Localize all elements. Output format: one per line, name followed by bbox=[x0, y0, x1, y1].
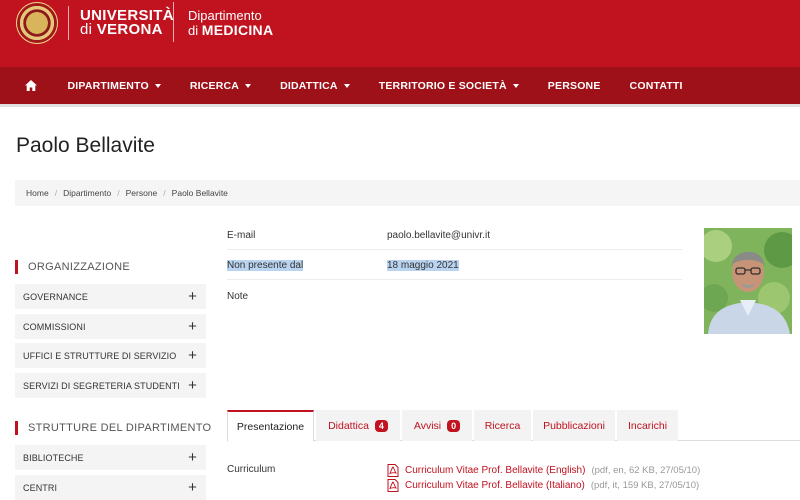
nav-item-label: PERSONE bbox=[547, 79, 601, 92]
university-name[interactable]: UNIVERSITÀ di VERONA bbox=[80, 8, 174, 38]
nav-item-label: CONTATTI bbox=[629, 79, 683, 92]
sidebar-item-uffici[interactable]: UFFICI E STRUTTURE DI SERVIZIO + bbox=[15, 343, 206, 368]
curriculum-file-link[interactable]: Curriculum Vitae Prof. Bellavite (Englis… bbox=[405, 465, 585, 476]
email-value[interactable]: paolo.bellavite@univr.it bbox=[387, 230, 490, 241]
home-icon bbox=[25, 80, 37, 91]
main-nav: DIPARTIMENTO RICERCA DIDATTICA TERRITORI… bbox=[0, 67, 800, 104]
info-row-non-presente: Non presente dal 18 maggio 2021 bbox=[227, 252, 682, 280]
email-label: E-mail bbox=[227, 230, 256, 241]
university-name-line2: VERONA bbox=[96, 21, 163, 38]
curriculum-file-english[interactable]: Curriculum Vitae Prof. Bellavite (Englis… bbox=[387, 464, 700, 477]
tab-pubblicazioni[interactable]: Pubblicazioni bbox=[533, 410, 615, 441]
department-name-line1: Dipartimento bbox=[188, 8, 262, 23]
caret-down-icon bbox=[245, 83, 252, 88]
department-name-prefix: di bbox=[188, 23, 199, 38]
breadcrumb-persone[interactable]: Persone bbox=[126, 188, 158, 198]
nav-item-ricerca[interactable]: RICERCA bbox=[175, 67, 265, 104]
university-seal-logo[interactable] bbox=[16, 2, 58, 44]
nav-item-persone[interactable]: PERSONE bbox=[533, 67, 615, 104]
header-divider bbox=[68, 6, 69, 40]
nav-item-label: DIDATTICA bbox=[280, 79, 338, 92]
tab-label: Ricerca bbox=[484, 419, 521, 432]
breadcrumb-home[interactable]: Home bbox=[26, 188, 49, 198]
curriculum-file-meta: (pdf, it, 159 KB, 27/05/10) bbox=[590, 480, 700, 491]
sidebar-heading-organizzazione: ORGANIZZAZIONE bbox=[15, 260, 130, 274]
sidebar-item-governance[interactable]: GOVERNANCE + bbox=[15, 284, 206, 309]
caret-down-icon bbox=[343, 83, 350, 88]
plus-icon: + bbox=[188, 448, 197, 466]
curriculum-file-meta: (pdf, en, 62 KB, 27/05/10) bbox=[591, 465, 701, 476]
tab-label: Incarichi bbox=[627, 419, 668, 432]
home-button[interactable] bbox=[9, 67, 53, 104]
sidebar-heading-strutture: STRUTTURE DEL DIPARTIMENTO bbox=[15, 421, 211, 435]
site-header: UNIVERSITÀ di VERONA Dipartimento di MED… bbox=[0, 0, 800, 67]
nav-item-territorio[interactable]: TERRITORIO E SOCIETÀ bbox=[364, 67, 533, 104]
sidebar-item-biblioteche[interactable]: BIBLIOTECHE + bbox=[15, 445, 206, 470]
nav-item-label: TERRITORIO E SOCIETÀ bbox=[378, 79, 507, 92]
caret-down-icon bbox=[512, 83, 519, 88]
non-presente-label: Non presente dal bbox=[227, 260, 304, 271]
nav-item-label: DIPARTIMENTO bbox=[67, 79, 149, 92]
page-title: Paolo Bellavite bbox=[16, 134, 155, 157]
non-presente-value: 18 maggio 2021 bbox=[387, 260, 459, 271]
department-name[interactable]: Dipartimento di MEDICINA bbox=[188, 9, 273, 38]
sidebar-item-label: GOVERNANCE bbox=[23, 291, 89, 302]
breadcrumb: Home / Dipartimento / Persone / Paolo Bella… bbox=[15, 180, 800, 206]
nav-item-dipartimento[interactable]: DIPARTIMENTO bbox=[53, 67, 175, 104]
curriculum-file-italiano[interactable]: Curriculum Vitae Prof. Bellavite (Italia… bbox=[387, 479, 699, 492]
sidebar-item-centri[interactable]: CENTRI + bbox=[15, 475, 206, 500]
breadcrumb-current: Paolo Bellavite bbox=[171, 188, 228, 198]
breadcrumb-dipartimento[interactable]: Dipartimento bbox=[63, 188, 111, 198]
profile-photo bbox=[704, 228, 792, 334]
plus-icon: + bbox=[188, 317, 197, 335]
tab-label: Pubblicazioni bbox=[543, 419, 605, 432]
university-name-prefix: di bbox=[80, 21, 93, 38]
tab-presentazione[interactable]: Presentazione bbox=[227, 410, 314, 442]
tab-count-badge: 4 bbox=[374, 419, 388, 432]
note-label: Note bbox=[227, 290, 249, 302]
pdf-icon bbox=[387, 464, 399, 477]
plus-icon: + bbox=[188, 478, 197, 496]
header-divider bbox=[173, 2, 174, 42]
nav-item-label: RICERCA bbox=[189, 79, 240, 92]
sidebar-item-label: SERVIZI DI SEGRETERIA STUDENTI bbox=[23, 380, 180, 391]
sidebar-item-segreteria[interactable]: SERVIZI DI SEGRETERIA STUDENTI + bbox=[15, 373, 206, 398]
breadcrumb-separator: / bbox=[54, 188, 58, 198]
sidebar-item-commissioni[interactable]: COMMISSIONI + bbox=[15, 314, 206, 339]
curriculum-label: Curriculum bbox=[227, 464, 276, 475]
tab-label: Avvisi bbox=[413, 419, 442, 432]
pdf-icon bbox=[387, 479, 399, 492]
sidebar-item-label: COMMISSIONI bbox=[23, 321, 86, 332]
info-row-note: Note bbox=[227, 282, 682, 310]
nav-item-contatti[interactable]: CONTATTI bbox=[615, 67, 697, 104]
tab-avvisi[interactable]: Avvisi 0 bbox=[402, 410, 472, 441]
department-name-line2: MEDICINA bbox=[201, 22, 274, 38]
breadcrumb-separator: / bbox=[163, 188, 166, 198]
plus-icon: + bbox=[188, 376, 197, 394]
tab-count-badge: 0 bbox=[447, 419, 461, 432]
sidebar-item-label: BIBLIOTECHE bbox=[23, 452, 84, 463]
tab-didattica[interactable]: Didattica 4 bbox=[316, 410, 400, 441]
plus-icon: + bbox=[188, 287, 197, 305]
plus-icon: + bbox=[188, 346, 197, 364]
nav-item-didattica[interactable]: DIDATTICA bbox=[266, 67, 365, 104]
tab-ricerca[interactable]: Ricerca bbox=[474, 410, 531, 441]
caret-down-icon bbox=[154, 83, 161, 88]
breadcrumb-separator: / bbox=[117, 188, 120, 198]
nav-divider bbox=[0, 104, 800, 107]
info-row-email: E-mail paolo.bellavite@univr.it bbox=[227, 222, 682, 250]
tab-label: Presentazione bbox=[236, 420, 305, 433]
profile-tabs: Presentazione Didattica 4 Avvisi 0 Ricerca… bbox=[227, 410, 800, 442]
sidebar-item-label: UFFICI E STRUTTURE DI SERVIZIO bbox=[23, 350, 177, 361]
tab-incarichi[interactable]: Incarichi bbox=[617, 410, 678, 441]
curriculum-file-link[interactable]: Curriculum Vitae Prof. Bellavite (Italia… bbox=[405, 480, 585, 491]
tab-label: Didattica bbox=[328, 419, 369, 432]
sidebar-item-label: CENTRI bbox=[23, 482, 58, 493]
